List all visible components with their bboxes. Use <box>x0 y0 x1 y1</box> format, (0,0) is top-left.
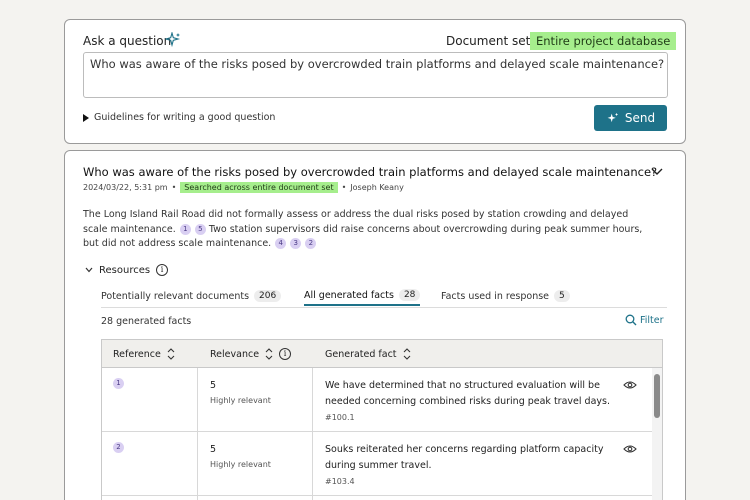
guidelines-toggle[interactable]: Guidelines for writing a good question <box>83 112 275 123</box>
column-header-label: Reference <box>113 348 161 360</box>
fact-text: Souks reiterated her concerns regarding … <box>325 444 604 471</box>
sparkle-icon <box>607 112 619 122</box>
answer-text: The Long Island Rail Road did not formal… <box>83 208 643 252</box>
ask-question-panel: Ask a question Document set Entire proje… <box>64 19 686 144</box>
relevance-score: 5 <box>210 380 217 391</box>
caret-right-icon <box>83 113 89 122</box>
reference-badge[interactable]: 1 <box>113 378 124 389</box>
scrollbar-thumb[interactable] <box>654 374 660 418</box>
column-header-generated-fact[interactable]: Generated fact <box>325 340 411 368</box>
answer-author: Joseph Keany <box>350 183 404 192</box>
tab-label: Facts used in response <box>441 290 550 302</box>
fact-id: #103.4 <box>325 477 355 486</box>
fact-id: #100.1 <box>325 413 355 422</box>
tab-label: Potentially relevant documents <box>101 290 250 302</box>
tab-potentially-relevant-documents[interactable]: Potentially relevant documents 206 <box>101 286 282 306</box>
table-row[interactable]: 2 5 Highly relevant Souks reiterated her… <box>102 432 652 496</box>
citation-badge[interactable]: 3 <box>290 238 302 249</box>
send-label: Send <box>624 111 656 125</box>
fact-text: We have determined that no structured ev… <box>325 380 610 407</box>
sort-icon <box>265 348 273 360</box>
resources-tabs: Potentially relevant documents 206 All g… <box>101 286 667 308</box>
column-header-label: Generated fact <box>325 348 397 360</box>
tabs-divider <box>101 307 667 308</box>
separator-dot: • <box>171 183 177 192</box>
question-input[interactable] <box>83 52 668 98</box>
citation-badge[interactable]: 5 <box>194 223 206 235</box>
answer-meta: 2024/03/22, 5:31 pm • Searched across en… <box>83 182 404 193</box>
filter-label: Filter <box>640 314 664 326</box>
info-icon[interactable]: i <box>156 264 169 276</box>
facts-table: Reference Relevance i Generated fact 1 5… <box>101 339 663 500</box>
eye-icon[interactable] <box>623 444 637 454</box>
search-icon <box>625 314 637 326</box>
tab-facts-used-in-response[interactable]: Facts used in response 5 <box>441 286 570 306</box>
tab-label: All generated facts <box>304 289 394 301</box>
reference-badge[interactable]: 2 <box>113 442 124 453</box>
sort-icon <box>403 348 410 360</box>
chevron-down-icon[interactable] <box>650 167 664 177</box>
tab-count: 28 <box>398 289 421 301</box>
tab-count: 5 <box>554 290 570 302</box>
column-header-reference[interactable]: Reference <box>113 340 175 368</box>
facts-count: 28 generated facts <box>101 316 192 327</box>
chevron-down-icon <box>85 267 93 273</box>
resources-label: Resources <box>99 264 151 276</box>
tab-all-generated-facts[interactable]: All generated facts 28 <box>304 286 421 306</box>
citation-badge[interactable]: 1 <box>179 223 191 235</box>
info-icon[interactable]: i <box>279 348 292 360</box>
table-header: Reference Relevance i Generated fact <box>102 340 662 368</box>
guidelines-label: Guidelines for writing a good question <box>94 112 276 123</box>
sort-icon <box>167 348 175 360</box>
table-row[interactable]: 1 5 Highly relevant We have determined t… <box>102 368 652 432</box>
sparkle-icon <box>165 32 181 48</box>
citation-badge[interactable]: 2 <box>305 238 317 249</box>
eye-icon[interactable] <box>623 380 637 390</box>
citation-badge[interactable]: 4 <box>275 238 287 249</box>
answer-panel: Who was aware of the risks posed by over… <box>64 150 686 500</box>
column-header-label: Relevance <box>210 348 260 360</box>
column-header-relevance[interactable]: Relevance i <box>210 340 292 368</box>
separator-dot: • <box>341 183 347 192</box>
answer-timestamp: 2024/03/22, 5:31 pm <box>83 183 168 192</box>
ask-question-title: Ask a question <box>83 34 172 48</box>
resources-toggle[interactable]: Resources i <box>85 264 169 276</box>
relevance-score: 5 <box>210 444 217 455</box>
answer-question-title: Who was aware of the risks posed by over… <box>83 165 658 179</box>
filter-button[interactable]: Filter <box>625 314 664 326</box>
scope-badge: Searched across entire document set <box>180 182 338 193</box>
document-set-badge[interactable]: Entire project database <box>530 32 677 50</box>
document-set-label: Document set <box>446 34 531 48</box>
relevance-label: Highly relevant <box>210 396 271 405</box>
relevance-label: Highly relevant <box>210 460 271 469</box>
send-button[interactable]: Send <box>594 105 667 131</box>
tab-count: 206 <box>254 290 282 302</box>
